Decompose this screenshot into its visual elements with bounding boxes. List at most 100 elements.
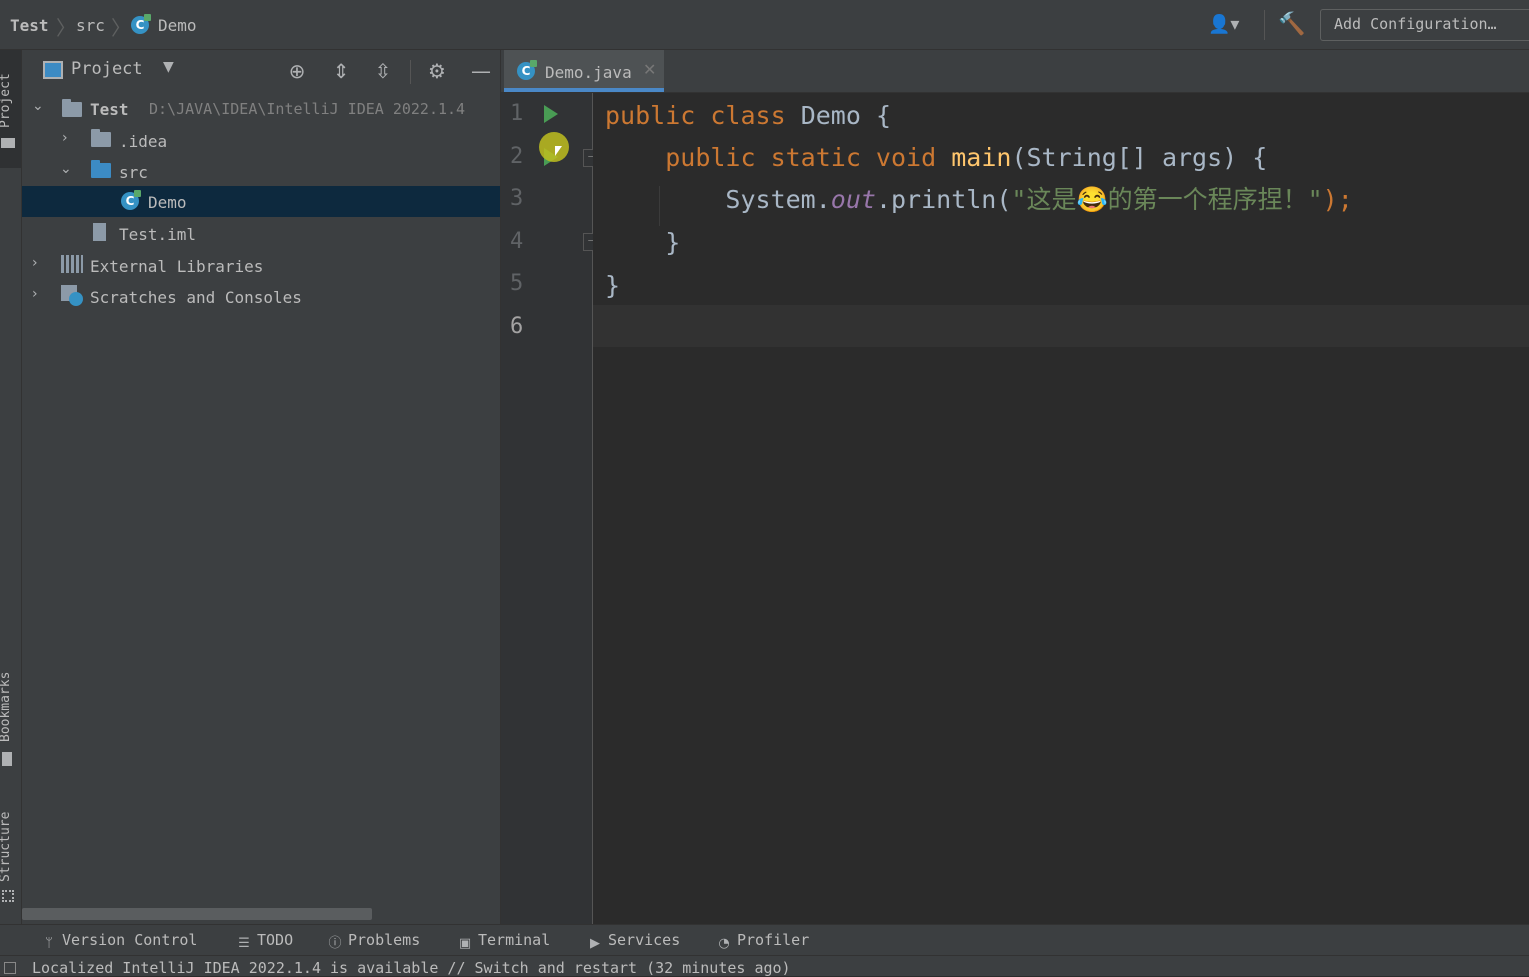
tree-item-label: Scratches and Consoles — [90, 288, 302, 307]
java-class-icon: C — [121, 190, 141, 210]
code-brace: { — [875, 101, 892, 130]
breadcrumb-file[interactable]: Demo — [158, 16, 197, 35]
add-configuration-button[interactable]: Add Configuration… — [1320, 9, 1529, 41]
tab-demo-java[interactable]: C Demo.java ✕ — [504, 50, 664, 92]
close-icon[interactable]: ✕ — [643, 60, 656, 79]
status-toggle-icon[interactable] — [4, 962, 16, 974]
current-line-highlight — [593, 305, 1529, 347]
navigation-bar: Test 〉 src 〉 C Demo 👤▾ 🔨 Add Configurati… — [0, 0, 1529, 50]
chevron-down-icon[interactable]: ▼ — [163, 59, 174, 75]
tree-item-label: src — [119, 163, 148, 182]
gear-icon[interactable]: ⚙ — [424, 58, 450, 84]
minimize-icon[interactable]: — — [468, 58, 494, 84]
status-message[interactable]: Localized IntelliJ IDEA 2022.1.4 is avai… — [32, 959, 791, 977]
tree-item-scratches[interactable]: › Scratches and Consoles — [22, 281, 500, 312]
tool-label: TODO — [257, 931, 294, 949]
todo-button[interactable]: ☰ TODO — [237, 931, 293, 951]
mouse-cursor-icon — [555, 146, 562, 156]
bookmarks-tool-tab[interactable]: Bookmarks — [0, 658, 21, 770]
bookmarks-tool-tab-label: Bookmarks — [0, 671, 13, 742]
tree-item-demo[interactable]: C Demo — [22, 186, 500, 217]
run-class-icon[interactable] — [544, 105, 558, 123]
tree-item-idea[interactable]: › .idea — [22, 125, 500, 156]
structure-tool-tab[interactable]: Structure — [0, 798, 21, 908]
code-class-name: Demo — [800, 101, 861, 130]
folder-icon — [91, 129, 111, 147]
code-line-5: } — [605, 271, 620, 301]
problems-button[interactable]: ⓘ Problems — [328, 931, 420, 951]
code-string: "这是😂的第一个程序捏！" — [1011, 185, 1323, 214]
breadcrumb-folder[interactable]: src — [76, 16, 105, 35]
tool-label: Terminal — [478, 931, 551, 949]
terminal-icon: ▣ — [458, 936, 472, 951]
code-line-3: System.out.println("这是😂的第一个程序捏！"); — [605, 185, 1353, 215]
code-brace: } — [665, 228, 681, 257]
mouse-cursor-highlight — [539, 132, 569, 162]
line-number: 2 — [510, 144, 524, 169]
account-icon[interactable]: 👤▾ — [1208, 14, 1248, 36]
collapse-all-icon[interactable]: ⇳ — [370, 58, 396, 84]
code-line-1: public class Demo { — [605, 101, 891, 131]
profiler-icon: ◔ — [718, 936, 730, 951]
version-control-button[interactable]: ᛘ Version Control — [42, 931, 197, 951]
tool-label: Version Control — [62, 931, 198, 949]
line-number: 4 — [510, 229, 524, 254]
structure-icon — [2, 890, 14, 902]
tree-item-project-root[interactable]: ⌄ Test D:\JAVA\IDEA\IntelliJ IDEA 2022.1… — [22, 93, 500, 124]
code-keyword: public static void — [665, 143, 937, 172]
terminal-button[interactable]: ▣ Terminal — [458, 931, 550, 951]
folder-icon — [1, 138, 15, 148]
iml-file-icon — [93, 223, 106, 241]
chevron-down-icon[interactable]: ⌄ — [32, 98, 46, 114]
code-object: System. — [725, 185, 831, 214]
editor-tab-bar: C Demo.java ✕ — [501, 50, 1529, 93]
code-line-4: } — [605, 228, 680, 258]
bookmark-icon — [2, 752, 12, 766]
locate-file-icon[interactable]: ⊕ — [284, 58, 310, 84]
info-icon: ⓘ — [328, 936, 342, 951]
chevron-right-icon[interactable]: › — [32, 255, 46, 271]
project-tool-tab-label: Project — [0, 73, 13, 128]
tree-item-label: Test — [90, 100, 129, 119]
breadcrumb-separator-icon: 〉 — [56, 16, 76, 40]
tree-item-src[interactable]: ⌄ src — [22, 156, 500, 187]
line-number: 6 — [510, 314, 524, 339]
structure-tool-tab-label: Structure — [0, 811, 13, 882]
tool-window-bar: ᛘ Version Control ☰ TODO ⓘ Problems ▣ Termin… — [0, 924, 1529, 955]
code-keyword: public class — [605, 101, 786, 130]
tree-item-label: .idea — [119, 132, 168, 151]
branch-icon: ᛘ — [45, 936, 53, 951]
tab-label: Demo.java — [545, 63, 632, 82]
list-icon: ☰ — [238, 936, 250, 951]
source-folder-icon — [91, 160, 111, 178]
line-number: 3 — [510, 186, 524, 211]
expand-all-icon[interactable]: ⇕ — [328, 58, 354, 84]
code-editor[interactable]: public class Demo { public static void m… — [593, 93, 1529, 924]
tool-label: Profiler — [737, 931, 810, 949]
line-number: 1 — [510, 101, 524, 126]
horizontal-scrollbar[interactable] — [22, 908, 372, 920]
tool-label: Problems — [348, 931, 421, 949]
tree-item-test-iml[interactable]: Test.iml — [22, 218, 500, 249]
build-hammer-icon[interactable]: 🔨 — [1278, 12, 1305, 38]
chevron-right-icon[interactable]: › — [62, 130, 76, 146]
line-number: 5 — [510, 271, 524, 296]
project-tool-tab[interactable]: Project — [0, 50, 21, 168]
breadcrumb-separator-icon: 〉 — [111, 16, 131, 40]
tree-item-label: External Libraries — [90, 257, 264, 276]
profiler-button[interactable]: ◔ Profiler — [717, 931, 809, 951]
code-end: ); — [1322, 185, 1353, 214]
code-call: .println( — [875, 185, 1012, 214]
project-panel: Project ▼ ⊕ ⇕ ⇳ ⚙ — ⌄ Test D:\JAVA\IDEA\… — [22, 50, 501, 924]
library-icon — [61, 255, 83, 273]
chevron-down-icon[interactable]: ⌄ — [60, 161, 74, 177]
tree-item-external-libraries[interactable]: › External Libraries — [22, 250, 500, 281]
chevron-right-icon[interactable]: › — [32, 286, 46, 302]
project-view-label[interactable]: Project — [71, 59, 143, 79]
breadcrumb-project[interactable]: Test — [10, 16, 49, 35]
header-divider — [410, 60, 411, 84]
services-button[interactable]: ▶ Services — [588, 931, 680, 951]
project-panel-header: Project ▼ ⊕ ⇕ ⇳ ⚙ — — [22, 50, 501, 92]
module-folder-icon — [62, 99, 82, 117]
clock-icon — [69, 292, 83, 306]
